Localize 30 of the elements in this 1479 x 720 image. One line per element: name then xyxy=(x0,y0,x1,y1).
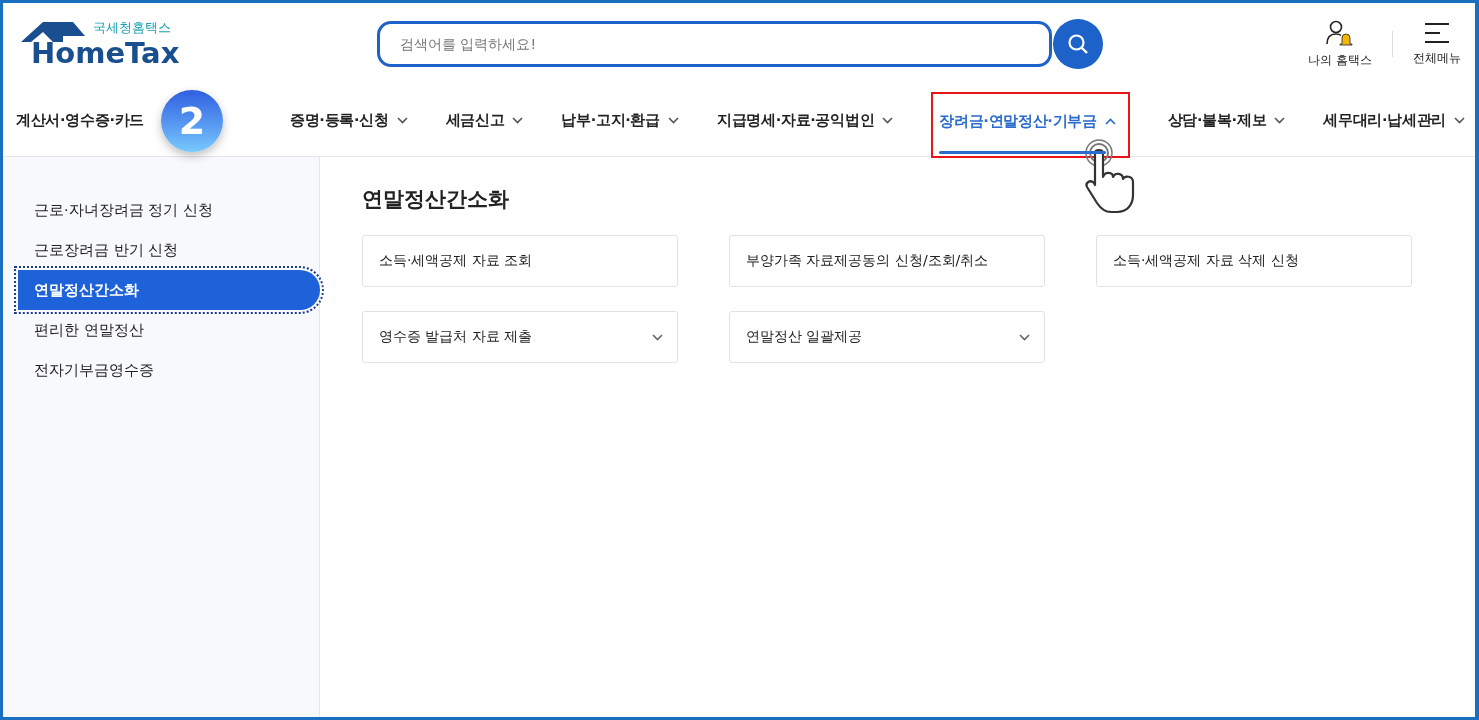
chevron-down-icon xyxy=(652,333,663,341)
sidebar-item[interactable]: 편리한 연말정산 xyxy=(3,310,308,350)
sidebar-item[interactable]: 근로장려금 반기 신청 xyxy=(3,230,308,270)
nav-tab[interactable]: 지급명세·자료·공익법인 xyxy=(716,92,894,149)
my-hometax-button[interactable]: 나의 홈택스 xyxy=(1308,19,1372,69)
link-card[interactable]: 소득·세액공제 자료 조회 xyxy=(362,235,678,287)
all-menu-button[interactable]: 전체메뉴 xyxy=(1413,21,1461,67)
chevron-down-icon xyxy=(1019,333,1030,341)
nav-tab[interactable]: 세금신고 xyxy=(445,92,524,149)
section-title: 연말정산간소화 xyxy=(362,186,510,213)
nav-tab[interactable]: 세무대리·납세관리 xyxy=(1323,92,1465,149)
step-badge: 2 xyxy=(161,90,223,152)
nav-tab[interactable]: 납부·고지·환급 xyxy=(561,92,679,149)
link-card[interactable]: 부양가족 자료제공동의 신청/조회/취소 xyxy=(729,235,1045,287)
search-field[interactable]: 검색어를 입력하세요! xyxy=(377,21,1052,67)
sidebar-item[interactable]: 전자기부금영수증 xyxy=(3,350,308,390)
dropdown-card[interactable]: 영수증 발급처 자료 제출 xyxy=(362,311,678,363)
nav-tab[interactable]: 상담·불복·제보 xyxy=(1167,92,1286,149)
link-card[interactable]: 소득·세액공제 자료 삭제 신청 xyxy=(1096,235,1412,287)
dropdown-card[interactable]: 연말정산 일괄제공 xyxy=(729,311,1045,363)
nav-tab[interactable]: 증명·등록·신청 xyxy=(289,92,408,149)
user-bell-icon xyxy=(1325,19,1356,46)
logo-subtitle: 국세청홈택스 xyxy=(93,20,172,36)
sidebar-item[interactable]: 근로·자녀장려금 정기 신청 xyxy=(3,190,308,230)
nav-tab[interactable]: 장려금·연말정산·기부금 xyxy=(933,93,1128,156)
logo-title: HomeTax xyxy=(31,38,181,68)
search-button[interactable] xyxy=(1053,19,1103,69)
search-icon xyxy=(1067,33,1089,55)
nav-tab[interactable]: 계산서·영수증·카드 xyxy=(16,92,145,149)
menu-icon xyxy=(1424,21,1450,44)
